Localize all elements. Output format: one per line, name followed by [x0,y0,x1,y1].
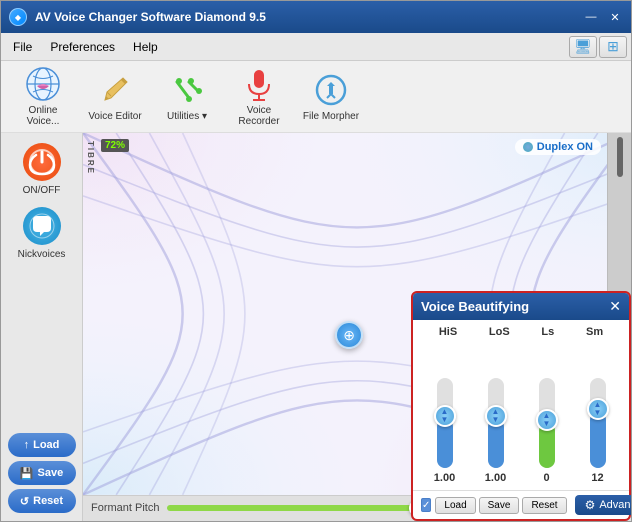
vb-col-headers: HiS LoS Ls Sm [423,326,619,338]
gear-icon: ⚙ [585,498,596,512]
advanced-button[interactable]: ⚙ Advanced [575,495,631,515]
voice-editor-icon [97,72,133,108]
load-button[interactable]: ↑ Load [8,433,76,457]
duplex-badge: Duplex ON [515,139,601,155]
duplex-dot [523,142,533,152]
reset-button[interactable]: ↺ Reset [8,489,76,513]
toolbar-voice-editor[interactable]: Voice Editor [81,66,149,128]
utilities-icon [169,72,205,108]
minimize-button[interactable]: — [583,9,599,25]
app-icon [9,8,27,26]
ls-value: 0 [543,472,549,484]
vb-footer-buttons: Load Save Reset [435,497,566,514]
los-slider[interactable]: ▲▼ [488,378,504,468]
nickvoices-button[interactable]: Nickvoices [10,205,74,261]
app-window: AV Voice Changer Software Diamond 9.5 — … [0,0,632,522]
menu-icon-1[interactable]: 🖥 [569,36,597,58]
toolbar: Online Voice... Voice Editor [1,61,631,133]
ls-header: Ls [541,326,554,338]
vb-header: Voice Beautifying ✕ [413,293,629,320]
voice-editor-label: Voice Editor [88,111,141,122]
menu-file[interactable]: File [5,37,40,57]
app-title: AV Voice Changer Software Diamond 9.5 [35,10,575,24]
onoff-button[interactable]: ON/OFF [10,141,74,197]
formant-label: Formant Pitch [91,502,159,514]
toolbar-file-morpher[interactable]: File Morpher [297,66,365,128]
vb-save-button[interactable]: Save [479,497,520,514]
los-value: 1.00 [485,472,506,484]
sm-thumb[interactable]: ▲▼ [587,398,609,420]
toolbar-online-voice[interactable]: Online Voice... [9,66,77,128]
ls-slider[interactable]: ▲▼ [539,378,555,468]
vb-reset-button[interactable]: Reset [522,497,566,514]
action-buttons: ↑ Load 💾 Save ↺ Reset [5,433,78,513]
sm-header: Sm [586,326,603,338]
menu-bar: File Preferences Help 🖥 ⊞ [1,33,631,61]
toolbar-voice-recorder[interactable]: Voice Recorder [225,66,293,128]
online-voice-label: Online Voice... [13,105,73,127]
left-panel: ON/OFF Nickvoices ↑ Load [1,133,83,521]
ls-thumb[interactable]: ▲▼ [536,409,558,431]
main-content: ON/OFF Nickvoices ↑ Load [1,133,631,521]
online-voice-icon [25,66,61,102]
tibre-label: TIBRE [85,141,95,175]
sm-value: 12 [591,472,603,484]
ls-col: ▲▼ 0 [525,378,568,484]
onoff-label: ON/OFF [23,185,61,196]
his-header: HiS [439,326,457,338]
his-value: 1.00 [434,472,455,484]
close-button[interactable]: ✕ [607,9,623,25]
vb-close-button[interactable]: ✕ [609,298,621,315]
utilities-label: Utilities ▾ [167,111,207,122]
file-morpher-label: File Morpher [303,111,359,122]
his-slider[interactable]: ▲▼ [437,378,453,468]
sm-slider[interactable]: ▲▼ [590,378,606,468]
voice-recorder-icon [241,66,277,102]
toolbar-utilities[interactable]: Utilities ▾ [153,66,221,128]
voice-recorder-label: Voice Recorder [229,105,289,127]
chat-icon [23,207,61,245]
los-header: LoS [489,326,510,338]
center-area: TIBRE 72% Duplex ON PITCH 161% ⊕ [83,133,631,521]
menu-help[interactable]: Help [125,37,166,57]
voice-beautifying-panel: Voice Beautifying ✕ HiS LoS Ls Sm [411,291,631,521]
save-button[interactable]: 💾 Save [8,461,76,485]
his-thumb[interactable]: ▲▼ [434,405,456,427]
his-col: ▲▼ 1.00 [423,378,466,484]
vb-sliders: ▲▼ 1.00 ▲▼ [423,342,619,484]
vb-footer: ✓ Load Save Reset ⚙ Advanced [413,490,629,519]
nickvoices-label: Nickvoices [18,249,66,260]
title-bar: AV Voice Changer Software Diamond 9.5 — … [1,1,631,33]
vb-checkbox[interactable]: ✓ [421,498,431,512]
vb-title: Voice Beautifying [421,299,529,314]
menu-preferences[interactable]: Preferences [42,37,123,57]
los-col: ▲▼ 1.00 [474,378,517,484]
los-thumb[interactable]: ▲▼ [485,405,507,427]
percent-badge: 72% [101,139,129,152]
menu-icon-2[interactable]: ⊞ [599,36,627,58]
vb-load-button[interactable]: Load [435,497,475,514]
file-morpher-icon [313,72,349,108]
vb-body: HiS LoS Ls Sm ▲▼ [413,320,629,490]
sm-col: ▲▼ 12 [576,378,619,484]
sm-fill [590,412,606,468]
power-icon [23,143,61,181]
scrollbar-thumb [617,137,623,177]
